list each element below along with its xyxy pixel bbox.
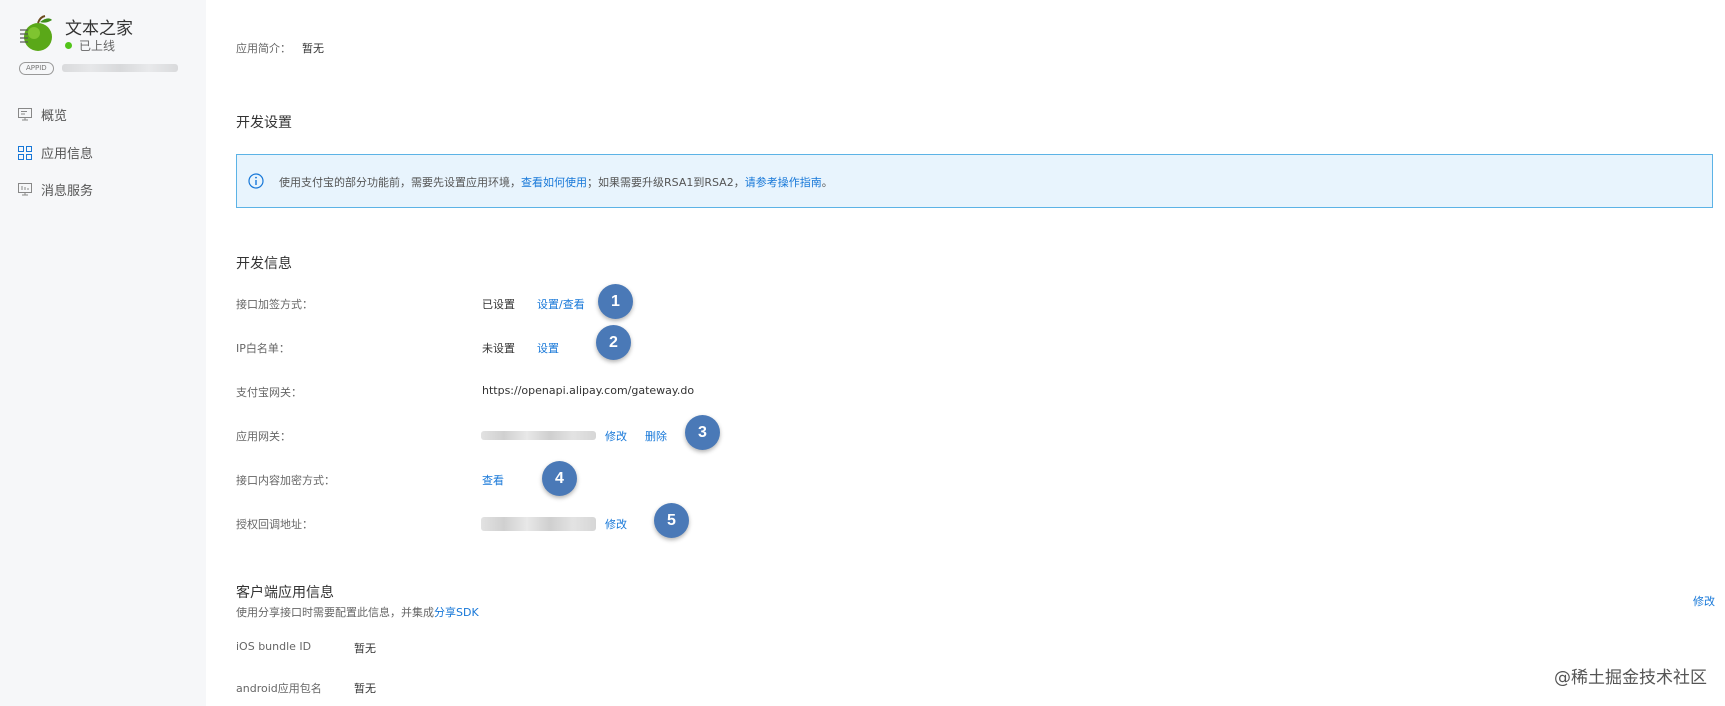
auth-callback-edit-link[interactable]: 修改 xyxy=(605,516,627,532)
notice-banner: 使用支付宝的部分功能前，需要先设置应用环境，查看如何使用；如果需要升级RSA1到… xyxy=(236,154,1713,208)
notice-text: 使用支付宝的部分功能前，需要先设置应用环境，查看如何使用；如果需要升级RSA1到… xyxy=(279,174,833,190)
sidebar-item-label: 应用信息 xyxy=(41,147,94,162)
app-gateway-edit-link[interactable]: 修改 xyxy=(605,428,627,444)
client-info-title: 客户端应用信息 xyxy=(236,585,334,601)
monitor-icon xyxy=(18,108,32,121)
alipay-gateway-label: 支付宝网关： xyxy=(236,386,302,399)
how-to-use-link[interactable]: 查看如何使用 xyxy=(521,176,587,189)
step-marker-2: 2 xyxy=(596,325,631,360)
content-encryption-label: 接口内容加密方式： xyxy=(236,474,335,487)
client-info-subtitle-text: 使用分享接口时需要配置此信息，并集成 xyxy=(236,606,434,619)
info-icon xyxy=(248,173,264,189)
sidebar-item-label: 概览 xyxy=(41,109,68,124)
client-info-edit-link[interactable]: 修改 xyxy=(1693,593,1715,609)
app-header: 文本之家 已上线 APPID xyxy=(18,14,198,78)
auth-callback-label: 授权回调地址： xyxy=(236,518,313,531)
sidebar-item-overview[interactable]: 概览 xyxy=(18,105,67,124)
ip-whitelist-settings-link[interactable]: 设置 xyxy=(537,340,559,356)
share-sdk-link[interactable]: 分享SDK xyxy=(434,606,479,619)
step-marker-3: 3 xyxy=(685,415,720,450)
auth-callback-value-redacted xyxy=(481,517,596,531)
intro-label: 应用简介： xyxy=(236,42,291,55)
app-gateway-delete-link[interactable]: 删除 xyxy=(645,428,667,444)
sidebar: 文本之家 已上线 APPID 概览 应用信息 消息服务 xyxy=(0,0,206,706)
app-gateway-label: 应用网关： xyxy=(236,430,291,443)
apple-logo-icon xyxy=(20,15,52,51)
intro-value: 暂无 xyxy=(302,42,324,55)
step-marker-5: 5 xyxy=(654,503,689,538)
operation-guide-link[interactable]: 请参考操作指南 xyxy=(745,176,822,189)
online-status-dot xyxy=(65,42,72,49)
appid-badge: APPID xyxy=(19,62,54,75)
appid-value-redacted xyxy=(62,64,178,72)
grid-icon xyxy=(18,145,32,160)
notice-text-part: 使用支付宝的部分功能前，需要先设置应用环境， xyxy=(279,176,521,189)
app-status-label: 已上线 xyxy=(79,39,116,53)
alipay-gateway-value: https://openapi.alipay.com/gateway.do xyxy=(482,384,695,397)
android-package-value: 暂无 xyxy=(354,682,376,695)
watermark: @稀土掘金技术社区 xyxy=(1554,668,1707,688)
step-marker-1: 1 xyxy=(598,284,633,319)
notice-text-part: 。 xyxy=(821,176,833,189)
content-encryption-view-link[interactable]: 查看 xyxy=(482,472,504,488)
app-status: 已上线 xyxy=(65,37,115,54)
app-gateway-value-redacted xyxy=(481,431,596,440)
dev-info-title: 开发信息 xyxy=(236,256,292,272)
sidebar-item-app-info[interactable]: 应用信息 xyxy=(18,143,93,162)
sign-method-settings-link[interactable]: 设置/查看 xyxy=(537,296,585,312)
sidebar-item-message-service[interactable]: 消息服务 xyxy=(18,180,93,199)
dev-settings-title: 开发设置 xyxy=(236,115,292,131)
sidebar-item-label: 消息服务 xyxy=(41,184,94,199)
main-content: 应用简介： 暂无 开发设置 使用支付宝的部分功能前，需要先设置应用环境，查看如何… xyxy=(236,0,1725,706)
client-info-subtitle: 使用分享接口时需要配置此信息，并集成分享SDK xyxy=(236,604,479,620)
sign-method-value: 已设置 xyxy=(482,298,515,311)
ip-whitelist-label: IP白名单： xyxy=(236,342,290,355)
app-name: 文本之家 xyxy=(65,19,133,39)
notice-text-part: ；如果需要升级RSA1到RSA2， xyxy=(587,176,745,189)
ios-bundle-label: iOS bundle ID xyxy=(236,640,312,653)
ios-bundle-value: 暂无 xyxy=(354,642,376,655)
android-package-label: android应用包名 xyxy=(236,682,322,695)
monitor-icon xyxy=(18,183,32,196)
step-marker-4: 4 xyxy=(542,461,577,496)
sign-method-label: 接口加签方式： xyxy=(236,298,313,311)
ip-whitelist-value: 未设置 xyxy=(482,342,515,355)
